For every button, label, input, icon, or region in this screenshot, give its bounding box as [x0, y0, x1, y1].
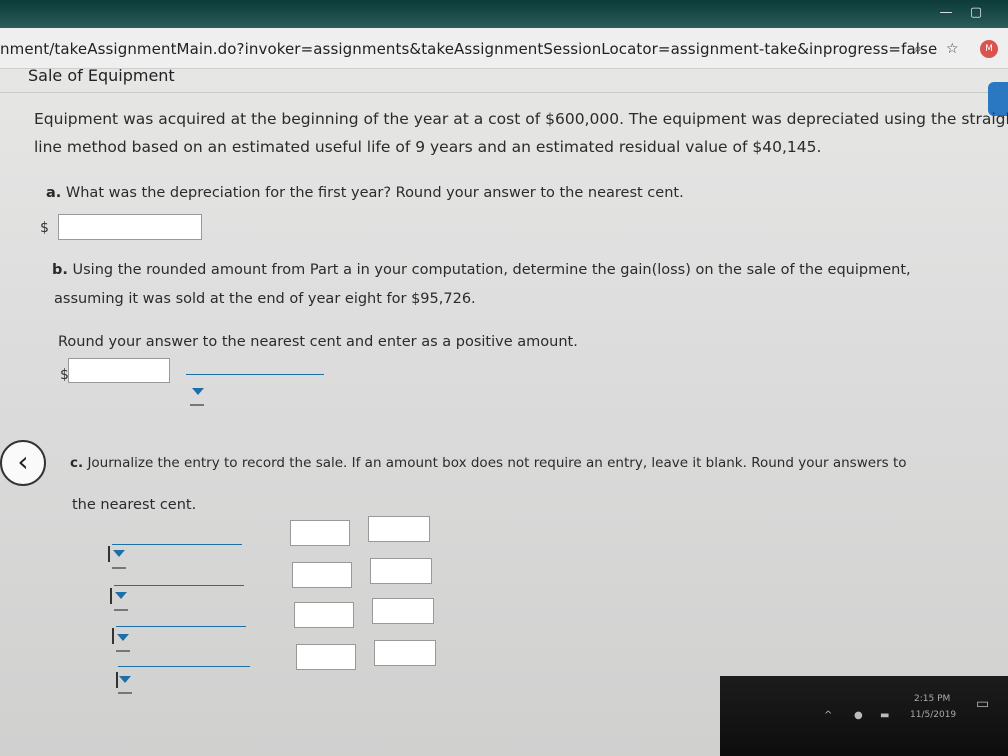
avatar[interactable]: M [980, 40, 998, 58]
journal-credit-input[interactable] [370, 558, 432, 584]
part-a-depreciation-input[interactable] [58, 214, 202, 240]
journal-account-select[interactable] [114, 585, 244, 586]
part-b-gain-loss-input[interactable] [68, 358, 170, 383]
part-c-question-line-1: c. Journalize the entry to record the sa… [70, 455, 907, 471]
journal-credit-input[interactable] [374, 640, 436, 666]
journal-debit-input[interactable] [290, 520, 350, 546]
part-b-letter: b. [52, 262, 68, 278]
window-titlebar: — ▢ [0, 0, 1008, 28]
divider [0, 92, 1008, 93]
dropdown-bar [114, 609, 128, 611]
minimize-icon[interactable]: — [934, 4, 958, 22]
chevron-up-icon[interactable]: ^ [824, 710, 832, 721]
part-a-text: What was the depreciation for the first … [65, 185, 684, 201]
back-arrow-icon[interactable]: ‹ [0, 440, 46, 486]
screen: — ▢ nment/takeAssignmentMain.do?invoker=… [0, 0, 1008, 756]
part-b-question-line-2: assuming it was sold at the end of year … [54, 291, 476, 307]
network-icon[interactable]: ● [854, 710, 863, 721]
page-title: Sale of Equipment [28, 66, 175, 85]
row-marker [112, 628, 114, 644]
row-marker [110, 588, 112, 604]
dropdown-caret-icon[interactable] [113, 550, 125, 557]
url-text[interactable]: nment/takeAssignmentMain.do?invoker=assi… [0, 40, 937, 58]
part-a-currency: $ [40, 220, 49, 236]
part-c-letter: c. [70, 455, 84, 471]
journal-debit-input[interactable] [292, 562, 352, 588]
maximize-icon[interactable]: ▢ [964, 4, 988, 22]
part-b-instruction: Round your answer to the nearest cent an… [58, 334, 578, 350]
dropdown-bar [116, 650, 130, 652]
dropdown-bar [190, 404, 204, 406]
address-bar[interactable]: nment/takeAssignmentMain.do?invoker=assi… [0, 28, 1008, 69]
part-c-question-line-2: the nearest cent. [72, 497, 197, 513]
part-c-text: Journalize the entry to record the sale.… [87, 455, 907, 471]
journal-account-select[interactable] [118, 666, 250, 667]
taskbar-time[interactable]: 2:15 PM [914, 694, 950, 704]
search-icon[interactable]: ⌕ [914, 41, 922, 57]
journal-credit-input[interactable] [372, 598, 434, 624]
row-marker [116, 672, 118, 688]
journal-credit-input[interactable] [368, 516, 430, 542]
journal-debit-input[interactable] [296, 644, 356, 670]
intro-line-1: Equipment was acquired at the beginning … [34, 110, 1008, 128]
dropdown-bar [118, 692, 132, 694]
part-a-letter: a. [46, 185, 62, 201]
star-icon[interactable]: ☆ [946, 41, 959, 57]
intro-line-2: line method based on an estimated useful… [34, 138, 822, 156]
dropdown-caret-icon[interactable] [119, 676, 131, 683]
dropdown-caret-icon[interactable] [117, 634, 129, 641]
taskbar: ^ ● ▬ 2:15 PM 11/5/2019 ▭ [720, 676, 1008, 756]
journal-account-select[interactable] [116, 626, 246, 627]
row-marker [108, 546, 110, 562]
journal-account-select[interactable] [112, 544, 242, 545]
notification-icon[interactable]: ▭ [976, 696, 989, 712]
dropdown-caret-icon[interactable] [192, 388, 204, 395]
part-b-gain-loss-select[interactable] [186, 374, 324, 375]
part-b-text: Using the rounded amount from Part a in … [72, 262, 911, 278]
journal-debit-input[interactable] [294, 602, 354, 628]
part-b-question-line-1: b. Using the rounded amount from Part a … [52, 262, 911, 278]
battery-icon[interactable]: ▬ [880, 710, 889, 721]
part-a-question: a. What was the depreciation for the fir… [46, 185, 684, 201]
dropdown-bar [112, 567, 126, 569]
taskbar-date[interactable]: 11/5/2019 [910, 710, 956, 720]
dropdown-caret-icon[interactable] [115, 592, 127, 599]
